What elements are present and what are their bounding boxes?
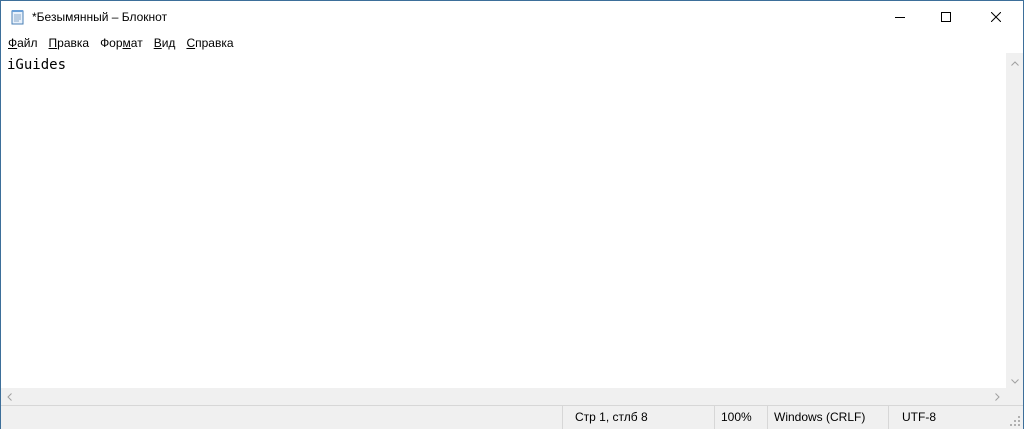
vertical-scrollbar[interactable] (1006, 53, 1023, 388)
line-endings: Windows (CRLF) (767, 406, 888, 429)
encoding: UTF-8 (888, 406, 1023, 429)
minimize-button[interactable] (877, 1, 923, 33)
text-editor[interactable]: iGuides (1, 53, 1006, 388)
window-title: *Безымянный – Блокнот (32, 10, 168, 24)
horizontal-scrollbar[interactable] (1, 388, 1006, 405)
chevron-left-icon (7, 390, 12, 404)
resize-grip-icon[interactable] (1009, 415, 1021, 427)
close-icon (991, 12, 1001, 22)
scroll-left-button[interactable] (1, 388, 18, 405)
notepad-window: *Безымянный – Блокнот Файл Правка Формат… (0, 0, 1024, 429)
menu-format[interactable]: Формат (94, 33, 148, 53)
menu-help[interactable]: Справка (180, 33, 238, 53)
chevron-down-icon (1010, 373, 1019, 387)
scroll-down-button[interactable] (1006, 371, 1023, 388)
zoom-level: 100% (714, 406, 767, 429)
close-button[interactable] (969, 1, 1023, 33)
status-bar: Стр 1, стлб 8 100% Windows (CRLF) UTF-8 (1, 405, 1023, 429)
scrollbar-corner (1006, 388, 1023, 405)
notepad-icon[interactable] (10, 9, 26, 25)
maximize-icon (941, 12, 951, 22)
scroll-right-button[interactable] (989, 388, 1006, 405)
editor-content[interactable]: iGuides (7, 57, 66, 73)
chevron-right-icon (995, 390, 1000, 404)
scroll-up-button[interactable] (1006, 53, 1023, 70)
chevron-up-icon (1010, 55, 1019, 69)
menu-edit[interactable]: Правка (43, 33, 95, 53)
title-bar[interactable]: *Безымянный – Блокнот (1, 1, 1023, 33)
menu-bar: Файл Правка Формат Вид Справка (1, 33, 1023, 53)
menu-file[interactable]: Файл (2, 33, 43, 53)
cursor-position: Стр 1, стлб 8 (562, 406, 714, 429)
minimize-icon (895, 12, 905, 22)
maximize-button[interactable] (923, 1, 969, 33)
menu-view[interactable]: Вид (148, 33, 181, 53)
